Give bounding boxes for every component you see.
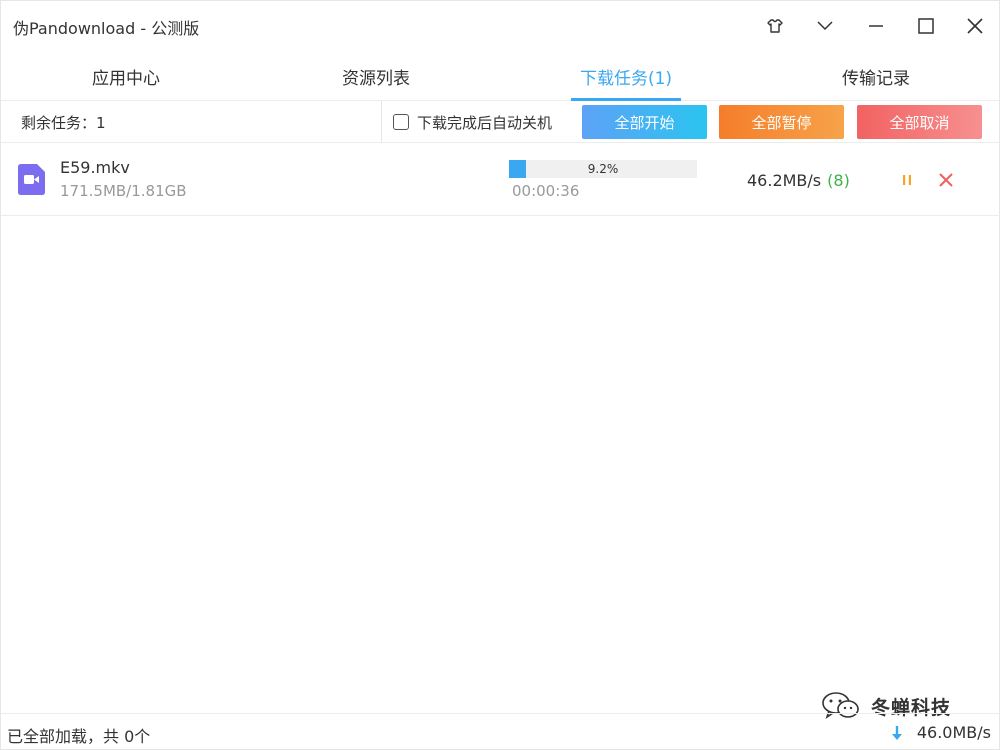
cancel-icon[interactable]	[938, 172, 954, 188]
cancel-all-button[interactable]: 全部取消	[857, 105, 982, 139]
pause-all-button[interactable]: 全部暂停	[719, 105, 844, 139]
status-bar: 已全部加载，共 0个 46.0MB/s	[1, 713, 1000, 750]
chevron-down-icon[interactable]	[809, 11, 841, 41]
task-speed: 46.2MB/s (8)	[747, 171, 850, 190]
tab-bar: 应用中心 资源列表 下载任务(1) 传输记录	[1, 51, 1000, 101]
task-progress-bar: 9.2%	[509, 160, 697, 178]
task-progress-label: 9.2%	[587, 162, 619, 176]
toolbar-divider	[381, 101, 382, 143]
remaining-tasks-label: 剩余任务：1	[21, 114, 106, 132]
close-icon[interactable]	[959, 11, 991, 41]
task-file-size: 171.5MB/1.81GB	[60, 182, 187, 200]
start-all-button[interactable]: 全部开始	[582, 105, 707, 139]
auto-shutdown-checkbox[interactable]	[393, 114, 409, 130]
task-speed-value: 46.2MB/s	[747, 171, 822, 190]
task-connections: (8)	[827, 171, 850, 190]
skin-icon[interactable]	[759, 11, 791, 41]
task-toolbar: 剩余任务：1 下载完成后自动关机 全部开始 全部暂停 全部取消	[1, 101, 1000, 143]
app-window: 伪Pandownload - 公测版 应用中心 资源列表 下载任务(1) 传输记…	[0, 0, 1000, 750]
task-row: E59.mkv 171.5MB/1.81GB 9.2% 00:00:36 46.…	[1, 144, 1000, 216]
tab-transfer-history[interactable]: 传输记录	[751, 51, 1000, 101]
auto-shutdown-label: 下载完成后自动关机	[417, 113, 553, 132]
video-file-icon	[18, 164, 45, 195]
total-speed: 46.0MB/s	[891, 723, 991, 742]
task-elapsed-time: 00:00:36	[512, 182, 580, 200]
window-title: 伪Pandownload - 公测版	[13, 19, 200, 38]
title-bar: 伪Pandownload - 公测版	[1, 1, 1000, 51]
tab-app-center[interactable]: 应用中心	[1, 51, 251, 101]
minimize-icon[interactable]	[860, 11, 892, 41]
pause-icon[interactable]	[899, 172, 915, 188]
task-file-name: E59.mkv	[60, 158, 130, 177]
tab-resource-list[interactable]: 资源列表	[251, 51, 501, 101]
maximize-icon[interactable]	[910, 11, 942, 41]
auto-shutdown-option[interactable]: 下载完成后自动关机	[393, 111, 552, 133]
tab-download-tasks[interactable]: 下载任务(1)	[501, 51, 751, 101]
status-text: 已全部加载，共 0个	[7, 727, 151, 746]
download-arrow-icon	[891, 725, 902, 740]
total-speed-value: 46.0MB/s	[916, 723, 991, 742]
